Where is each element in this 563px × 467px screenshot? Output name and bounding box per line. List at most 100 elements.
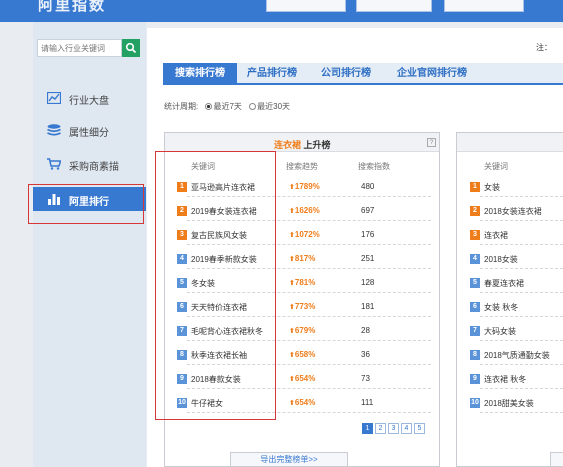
search-index: 251 <box>361 254 375 263</box>
keyword-link[interactable]: 春夏连衣裙 <box>484 278 524 289</box>
top-bar: 阿里指数 <box>0 0 563 22</box>
help-icon[interactable]: ? <box>427 138 436 147</box>
search-trend: ⬆679% <box>289 326 316 335</box>
keyword-link[interactable]: 女装 秋冬 <box>484 302 518 313</box>
keyword-link[interactable]: 2018女装连衣裙 <box>484 206 542 217</box>
row-divider <box>480 196 563 197</box>
keyword-link[interactable]: 大码女装 <box>484 326 516 337</box>
row-divider <box>480 388 563 389</box>
sidebar-item-industry[interactable]: 行业大盘 <box>33 86 146 110</box>
keyword-link[interactable]: 2018甜美女装 <box>484 398 534 409</box>
row-divider <box>480 220 563 221</box>
table-row[interactable]: 1 女装 <box>470 179 563 197</box>
search-trend: ⬆817% <box>289 254 316 263</box>
arrow-up-icon: ⬆ <box>289 304 295 311</box>
top-nav-tab-2[interactable] <box>356 0 432 12</box>
row-divider <box>480 268 563 269</box>
title-suffix: 上升榜 <box>303 140 331 150</box>
card-header <box>457 133 563 152</box>
export-full-list-button[interactable]: 导出完整榜单>> <box>230 452 348 467</box>
page-1[interactable]: 1 <box>362 423 373 434</box>
top-nav-tab-1[interactable] <box>266 0 346 12</box>
tab-website-ranking[interactable]: 企业官网排行榜 <box>391 63 473 85</box>
cart-icon <box>47 158 61 170</box>
period-label: 统计周期: <box>164 102 199 111</box>
title-keyword: 连衣裙 <box>274 140 302 150</box>
table-row[interactable]: 9 连衣裙 秋冬 <box>470 371 563 389</box>
industry-search-input[interactable] <box>37 39 122 57</box>
table-row[interactable]: 2 2018女装连衣裙 <box>470 203 563 221</box>
radio-30-days[interactable] <box>249 103 257 110</box>
table-row[interactable]: 3 连衣裙 <box>470 227 563 245</box>
keyword-link[interactable]: 2018女装 <box>484 254 518 265</box>
search-index: 128 <box>361 278 375 287</box>
search-trend: ⬆654% <box>289 374 316 383</box>
tab-company-ranking[interactable]: 公司排行榜 <box>317 63 375 85</box>
rank-badge: 3 <box>470 230 480 240</box>
rank-badge: 4 <box>470 254 480 264</box>
top-nav-tab-3[interactable] <box>444 0 524 12</box>
chart-line-icon <box>47 92 61 104</box>
rank-badge: 6 <box>470 302 480 312</box>
row-divider <box>480 364 563 365</box>
page-3[interactable]: 3 <box>388 423 399 434</box>
row-divider <box>480 412 563 413</box>
note-label: 注： <box>536 43 552 52</box>
option-7-days[interactable]: 最近7天 <box>213 102 241 111</box>
search-trend: ⬆1789% <box>289 182 320 191</box>
rank-badge: 1 <box>470 182 480 192</box>
search-index: 73 <box>361 374 370 383</box>
arrow-up-icon: ⬆ <box>289 352 295 359</box>
row-divider <box>480 340 563 341</box>
table-row[interactable]: 4 2018女装 <box>470 251 563 269</box>
table-row[interactable]: 8 2018气质通勤女装 <box>470 347 563 365</box>
rank-badge: 8 <box>470 350 480 360</box>
sidebar-item-label: 采购商素描 <box>69 162 119 173</box>
table-row[interactable]: 6 女装 秋冬 <box>470 299 563 317</box>
search-button[interactable] <box>122 39 140 57</box>
table-row[interactable]: 7 大码女装 <box>470 323 563 341</box>
rank-badge: 7 <box>470 326 480 336</box>
arrow-up-icon: ⬆ <box>289 400 295 407</box>
search-trend: ⬆773% <box>289 302 316 311</box>
ranking-tabs: 搜索排行榜 产品排行榜 公司排行榜 企业官网排行榜 <box>163 63 563 85</box>
right-export-button[interactable] <box>550 452 563 467</box>
card-title: 连衣裙 上升榜 <box>274 138 331 151</box>
table-row[interactable]: 10 2018甜美女装 <box>470 395 563 413</box>
search-icon <box>125 42 137 54</box>
rank-badge: 2 <box>470 206 480 216</box>
keyword-link[interactable]: 连衣裙 秋冬 <box>484 374 526 385</box>
keyword-link[interactable]: 2018气质通勤女装 <box>484 350 550 361</box>
page-5[interactable]: 5 <box>414 423 425 434</box>
page-2[interactable]: 2 <box>375 423 386 434</box>
page-4[interactable]: 4 <box>401 423 412 434</box>
arrow-up-icon: ⬆ <box>289 184 295 191</box>
rank-badge: 10 <box>470 398 480 408</box>
search-trend: ⬆781% <box>289 278 316 287</box>
search-index: 181 <box>361 302 375 311</box>
arrow-up-icon: ⬆ <box>289 376 295 383</box>
search-index: 176 <box>361 230 375 239</box>
option-30-days[interactable]: 最近30天 <box>257 102 290 111</box>
row-divider <box>480 292 563 293</box>
sidebar-item-buyer-sketch[interactable]: 采购商素描 <box>33 152 146 176</box>
sidebar-item-attributes[interactable]: 属性细分 <box>33 118 146 142</box>
column-header-index: 搜索指数 <box>358 162 390 171</box>
tab-product-ranking[interactable]: 产品排行榜 <box>243 63 301 85</box>
radio-7-days[interactable] <box>205 103 213 110</box>
table-row[interactable]: 5 春夏连衣裙 <box>470 275 563 293</box>
sidebar-item-label: 属性细分 <box>69 128 109 139</box>
site-logo[interactable]: 阿里指数 <box>38 0 106 13</box>
keyword-link[interactable]: 连衣裙 <box>484 230 508 241</box>
tab-search-ranking[interactable]: 搜索排行榜 <box>163 63 237 85</box>
stack-icon <box>47 124 61 136</box>
arrow-up-icon: ⬆ <box>289 280 295 287</box>
keyword-link[interactable]: 女装 <box>484 182 500 193</box>
search-index: 697 <box>361 206 375 215</box>
search-index: 480 <box>361 182 375 191</box>
arrow-up-icon: ⬆ <box>289 328 295 335</box>
rank-badge: 9 <box>470 374 480 384</box>
search-trend: ⬆654% <box>289 398 316 407</box>
arrow-up-icon: ⬆ <box>289 256 295 263</box>
search-trend: ⬆1626% <box>289 206 320 215</box>
